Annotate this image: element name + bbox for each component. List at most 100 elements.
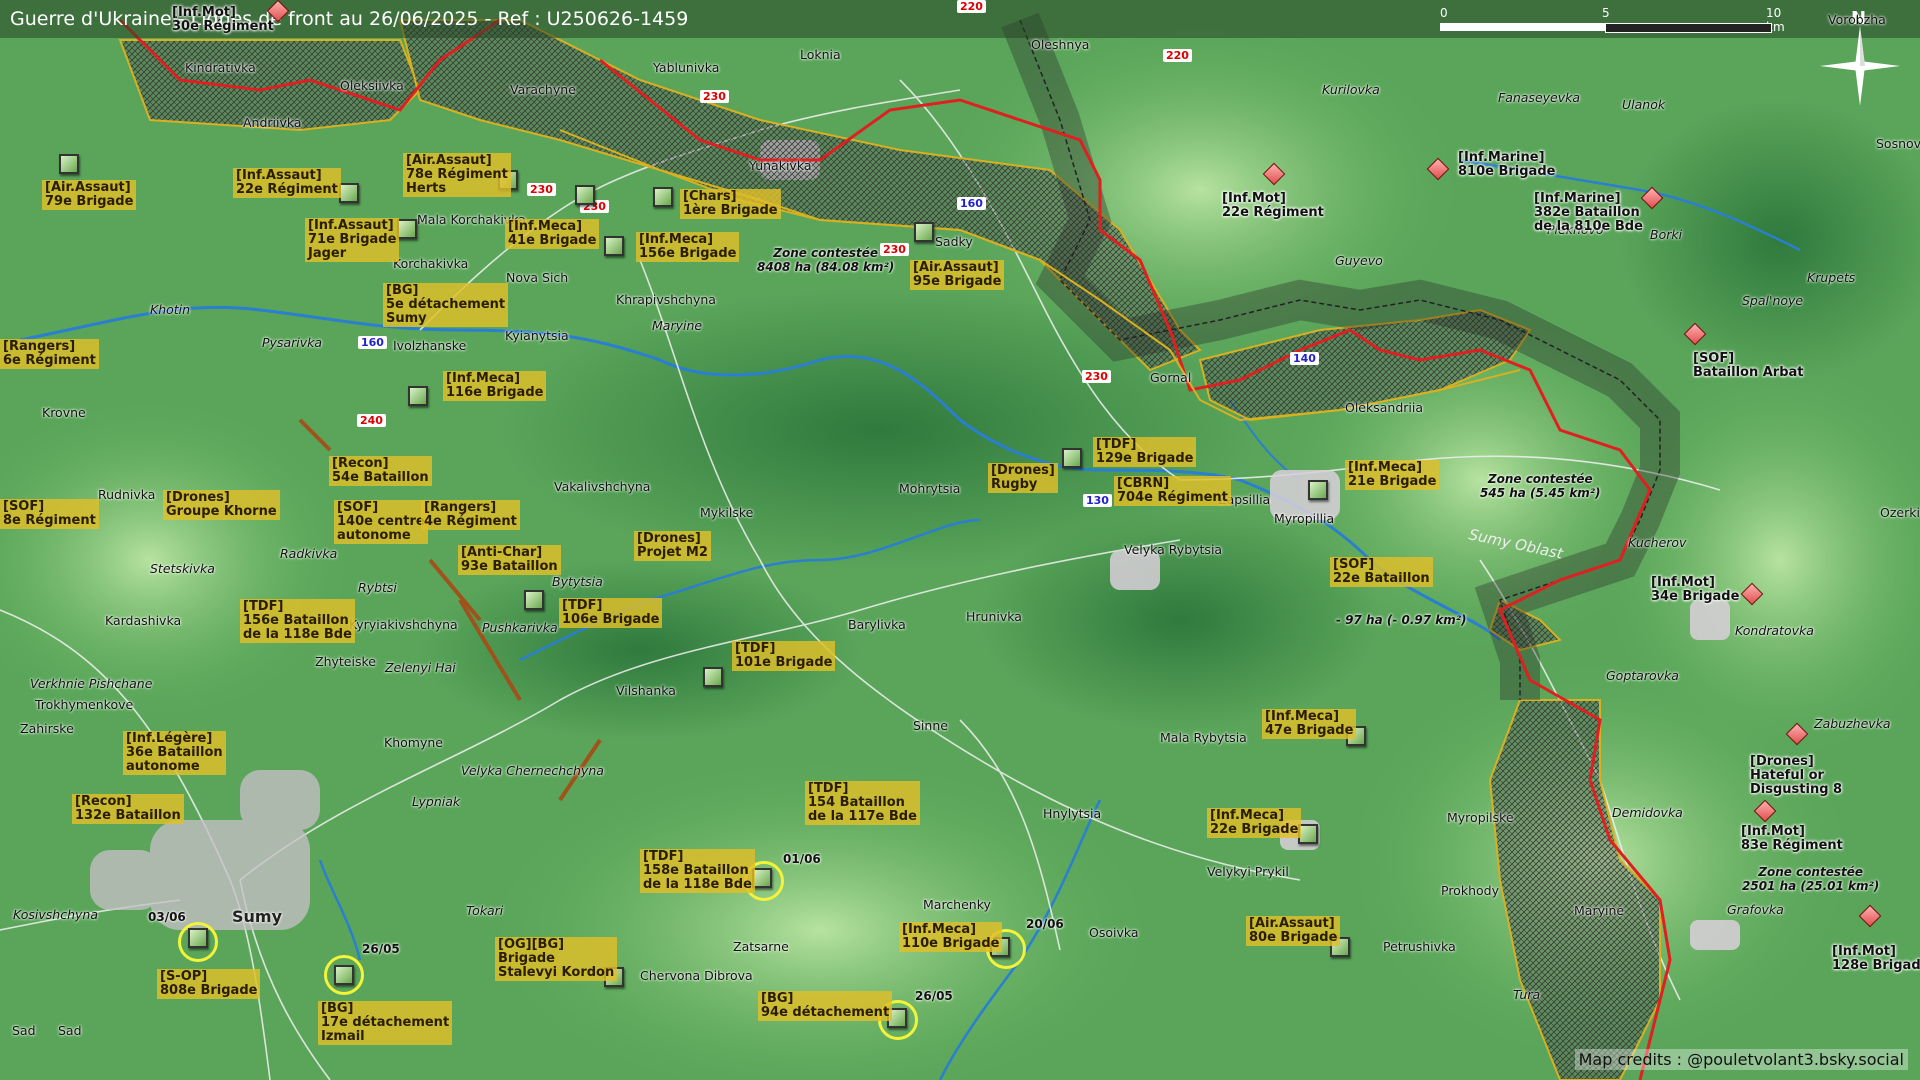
place-label: Khomyne [384,735,443,750]
ukrainian-unit-marker-icon [604,236,624,256]
place-label: Hnylytsia [1043,806,1102,821]
unit-label-ru[interactable]: [Inf.Mot] 30e Régiment [169,5,277,35]
unit-label-ua[interactable]: [Air.Assaut] 79e Brigade [42,180,137,210]
unit-label-ua[interactable]: [Air.Assaut] 95e Brigade [910,260,1005,290]
scale-label-5: 5 [1602,6,1610,20]
unit-label-ru[interactable]: [Inf.Mot] 83e Régiment [1738,824,1846,854]
unit-label-ua[interactable]: [BG] 5e détachement Sumy [383,283,509,327]
place-label: Vakalivshchyna [554,479,651,494]
place-label: Oleksiivka [340,78,404,93]
contested-zone-label: Zone contestée 2501 ha (25.01 km²) [1742,865,1880,893]
recent-event-ring-icon [324,955,364,995]
place-label: Mykilske [700,505,754,520]
unit-label-ua[interactable]: [TDF] 129e Brigade [1093,437,1197,467]
place-label: Spal'noye [1742,293,1804,308]
unit-label-ua[interactable]: [TDF] 156e Bataillon de la 118e Bde [240,599,355,643]
unit-label-ua[interactable]: [S-OP] 808e Brigade [157,969,261,999]
unit-label-ua[interactable]: [TDF] 154 Bataillon de la 117e Bde [805,781,920,825]
event-date-label: 03/06 [148,910,186,924]
unit-label-ru[interactable]: [SOF] Bataillon Arbat [1690,351,1807,381]
ukrainian-unit-marker-icon [339,183,359,203]
unit-label-ua[interactable]: [BG] 94e détachement [758,991,893,1021]
place-label: Kondratovka [1735,623,1814,638]
unit-label-ru[interactable]: [Inf.Mot] 128e Brigade [1829,944,1920,974]
unit-label-ua[interactable]: [Chars] 1ère Brigade [680,189,781,219]
ukrainian-unit-marker-icon [1062,448,1082,468]
unit-label-ua[interactable]: [BG] 17e détachement Izmail [318,1001,453,1045]
unit-label-ru[interactable]: [Inf.Mot] 34e Brigade [1648,575,1742,605]
unit-label-ua[interactable]: [Inf.Meca] 156e Brigade [636,232,740,262]
place-label: Barylivka [848,617,906,632]
unit-label-ua[interactable]: [Air.Assaut] 78e Régiment Herts [403,153,511,197]
place-label: Maryine [1574,903,1625,918]
unit-label-ua[interactable]: [Drones] Rugby [988,463,1058,493]
unit-label-ua[interactable]: [Drones] Groupe Khorne [163,490,280,520]
unit-label-ua[interactable]: [SOF] 140e centre autonome [334,500,428,544]
unit-label-ua[interactable]: [Drones] Projet M2 [634,531,711,561]
ukrainian-unit-marker-icon [408,386,428,406]
unit-label-ua[interactable]: [TDF] 106e Brigade [559,598,663,628]
unit-label-ua[interactable]: [Recon] 132e Bataillon [72,794,184,824]
place-label: Velyka Rybytsia [1124,542,1223,557]
ukrainian-unit-marker-icon [1308,480,1328,500]
unit-label-ua[interactable]: [Inf.Meca] 110e Brigade [899,922,1003,952]
place-label: Kosivshchyna [13,907,98,922]
contested-zone-label: Zone contestée 545 ha (5.45 km²) [1480,472,1601,500]
road-number: 220 [1163,49,1192,62]
place-label: Myropillia [1274,511,1335,526]
unit-label-ua[interactable]: [Inf.Meca] 22e Brigade [1207,808,1302,838]
unit-label-ua[interactable]: [SOF] 22e Bataillon [1330,557,1433,587]
unit-label-ua[interactable]: [Rangers] 6e Régiment [0,339,99,369]
place-label: Kindrativka [185,60,256,75]
road-number: 140 [1290,352,1319,365]
place-label: Sad [12,1023,36,1038]
unit-label-ua[interactable]: [Inf.Meca] 41e Brigade [505,219,600,249]
unit-label-ua[interactable]: [CBRN] 704e Régiment [1114,476,1231,506]
unit-label-ua[interactable]: [Anti-Char] 93e Bataillon [458,545,561,575]
unit-label-ru[interactable]: [Drones] Hateful or Disgusting 8 [1747,754,1845,798]
place-label: Petrushivka [1383,939,1456,954]
place-label: Marchenky [923,897,991,912]
ukrainian-unit-marker-icon [653,187,673,207]
unit-label-ua[interactable]: [Rangers] 4e Régiment [421,500,520,530]
unit-label-ua[interactable]: [Inf.Meca] 116e Brigade [443,371,547,401]
place-label: Demidovka [1612,805,1683,820]
unit-label-ua[interactable]: [Inf.Meca] 21e Brigade [1345,460,1440,490]
road-number: 160 [957,197,986,210]
place-label: Oleshnya [1031,37,1090,52]
recent-event-ring-icon [178,922,218,962]
unit-label-ua[interactable]: [OG][BG] Brigade Stalevyi Kordon [495,937,618,981]
place-label: Sosnovo Bor [1876,136,1920,151]
unit-label-ua[interactable]: [Recon] 54e Bataillon [329,456,432,486]
unit-label-ua[interactable]: [Inf.Assaut] 22e Régiment [233,168,341,198]
unit-label-ua[interactable]: [TDF] 158e Bataillon de la 118e Bde [640,849,755,893]
place-label: Krovne [42,405,86,420]
scale-segment-dark [1605,23,1772,33]
unit-label-ru[interactable]: [Inf.Mot] 22e Régiment [1219,191,1327,221]
place-label: Kardashivka [105,613,182,628]
road-number: 230 [1082,370,1111,383]
place-label: Sinne [913,718,948,733]
unit-label-ua[interactable]: [Inf.Meca] 47e Brigade [1262,709,1357,739]
place-label: Gornal [1150,370,1192,385]
unit-label-ua[interactable]: [SOF] 8e Régiment [0,499,99,529]
unit-label-ru[interactable]: [Inf.Marine] 810e Brigade [1455,150,1558,180]
place-label: Hrunivka [966,609,1022,624]
place-label: Ozerki [1880,505,1920,520]
place-label: Trokhymenkove [35,697,134,712]
unit-label-ua[interactable]: [Inf.Légère] 36e Bataillon autonome [123,731,226,775]
event-date-label: 26/05 [915,989,953,1003]
place-label: Stetskivka [150,561,215,576]
place-label: Prokhody [1441,883,1499,898]
place-label: Goptarovka [1606,668,1679,683]
map-canvas[interactable]: Guerre d'Ukraine - Lignes de front au 26… [0,0,1920,1080]
unit-label-ru[interactable]: [Inf.Marine] 382e Bataillon de la 810e B… [1531,191,1646,235]
place-label: Korchakivka [393,256,469,271]
event-date-label: 01/06 [783,852,821,866]
unit-label-ua[interactable]: [Air.Assaut] 80e Brigade [1246,916,1341,946]
place-label: Guyevo [1335,253,1383,268]
unit-label-ua[interactable]: [TDF] 101e Brigade [732,641,836,671]
place-label: Rybtsi [358,580,397,595]
place-label: Kucherov [1628,535,1687,550]
unit-label-ua[interactable]: [Inf.Assaut] 71e Brigade Jager [305,218,400,262]
